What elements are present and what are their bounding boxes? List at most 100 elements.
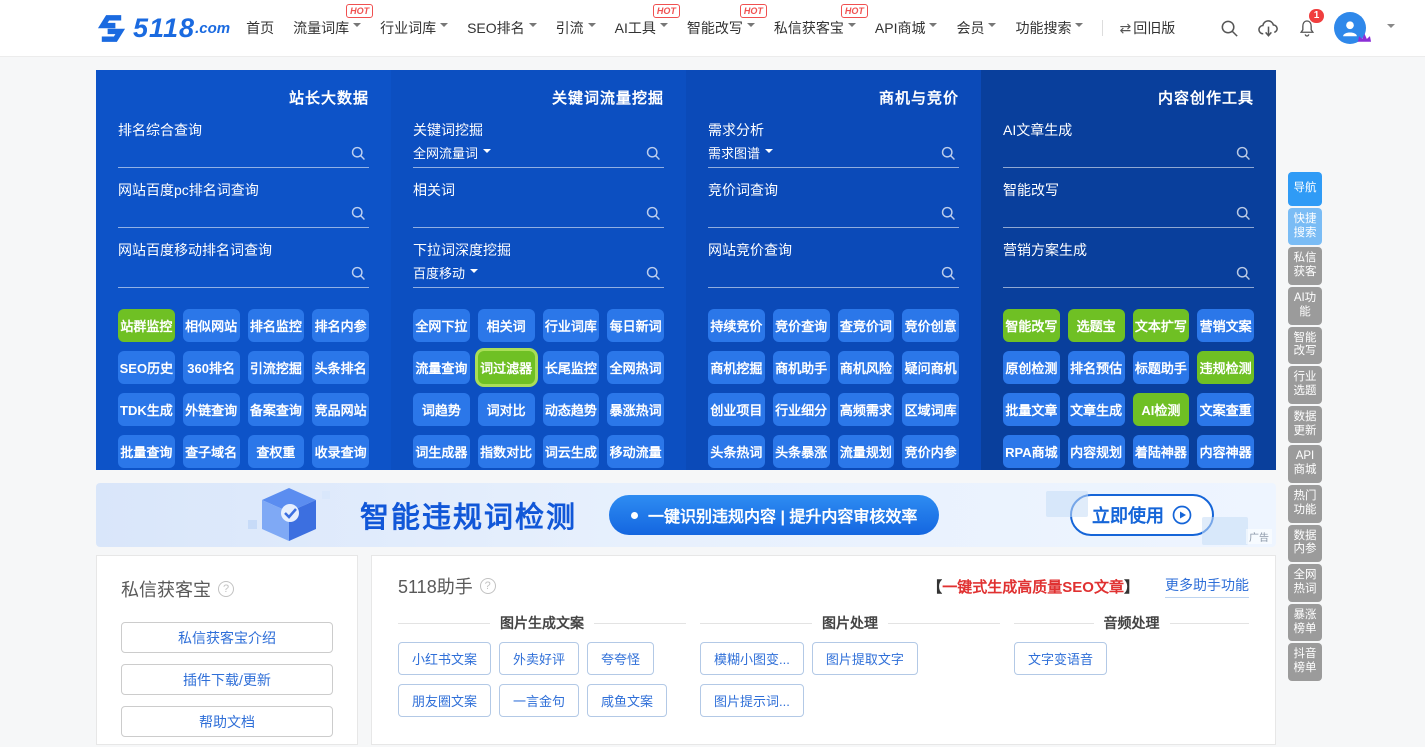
tool-button[interactable]: 竞品网站 <box>312 393 369 426</box>
dropdown-select[interactable]: 需求图谱 <box>708 143 773 162</box>
side-rail-tab[interactable]: 导航 <box>1288 172 1322 206</box>
side-rail-tab[interactable]: 快捷搜索 <box>1288 208 1322 246</box>
side-rail-tab[interactable]: 行业选题 <box>1288 366 1322 404</box>
tool-button[interactable]: 流量规划 <box>838 435 895 468</box>
nav-item-membership[interactable]: 会员 <box>956 18 996 38</box>
assistant-chip[interactable]: 朋友圈文案 <box>398 684 491 717</box>
search-input[interactable] <box>1003 200 1228 227</box>
tool-button[interactable]: 引流挖掘 <box>248 351 305 384</box>
tool-button[interactable]: 内容神器 <box>1197 435 1254 468</box>
search-input[interactable] <box>499 260 638 287</box>
dropdown-select[interactable]: 百度移动 <box>413 263 478 282</box>
tool-button[interactable]: 查竞价词 <box>838 309 895 342</box>
tool-button[interactable]: 持续竞价 <box>708 309 765 342</box>
search-input[interactable] <box>708 260 933 287</box>
tool-button[interactable]: 词趋势 <box>413 393 470 426</box>
cloud-download-icon[interactable] <box>1257 18 1280 39</box>
tool-button[interactable]: 营销文案 <box>1197 309 1254 342</box>
banner-cta-button[interactable]: 立即使用 <box>1070 494 1214 536</box>
search-icon[interactable] <box>1219 18 1240 39</box>
tool-button[interactable]: 批量查询 <box>118 435 175 468</box>
search-input[interactable] <box>499 140 638 167</box>
tool-button[interactable]: 区域词库 <box>902 393 959 426</box>
tool-button[interactable]: 内容规划 <box>1068 435 1125 468</box>
nav-item-feature-search[interactable]: 功能搜索 <box>1015 18 1083 38</box>
more-assistant-link[interactable]: 更多助手功能 <box>1165 575 1249 598</box>
tool-button[interactable]: 创业项目 <box>708 393 765 426</box>
tool-button[interactable]: 违规检测 <box>1197 351 1254 384</box>
tool-button[interactable]: 行业细分 <box>773 393 830 426</box>
search-input[interactable] <box>794 140 933 167</box>
tool-button[interactable]: 排名内参 <box>312 309 369 342</box>
tool-button[interactable]: 批量文章 <box>1003 393 1060 426</box>
assistant-chip[interactable]: 外卖好评 <box>499 642 579 675</box>
search-input[interactable] <box>708 200 933 227</box>
tool-button[interactable]: 相关词 <box>478 309 535 342</box>
promo-banner[interactable]: 智能违规词检测 一键识别违规内容 | 提升内容审核效率 立即使用 广告 <box>96 483 1276 547</box>
search-icon[interactable] <box>350 205 367 222</box>
tool-button[interactable]: 头条暴涨 <box>773 435 830 468</box>
avatar-menu-caret[interactable] <box>1387 24 1395 32</box>
tool-button[interactable]: 竞价查询 <box>773 309 830 342</box>
tool-button[interactable]: SEO历史 <box>118 351 175 384</box>
search-input[interactable] <box>413 200 638 227</box>
nav-item-old-version[interactable]: ⇄回旧版 <box>1119 18 1175 38</box>
tool-button[interactable]: 商机风险 <box>838 351 895 384</box>
side-rail-tab[interactable]: API商城 <box>1288 445 1322 483</box>
tool-button[interactable]: 流量查询 <box>413 351 470 384</box>
site-logo[interactable]: 5118 .com <box>95 12 230 45</box>
nav-item-seo-rank[interactable]: SEO排名 <box>467 18 537 38</box>
side-rail-tab[interactable]: 热门功能 <box>1288 485 1322 523</box>
tool-button[interactable]: 头条排名 <box>312 351 369 384</box>
assistant-chip[interactable]: 夸夸怪 <box>587 642 654 675</box>
tool-button[interactable]: 词对比 <box>478 393 535 426</box>
side-rail-tab[interactable]: AI功能 <box>1288 287 1322 325</box>
tool-button[interactable]: 文章生成 <box>1068 393 1125 426</box>
nav-item-traffic[interactable]: 引流 <box>556 18 596 38</box>
search-input[interactable] <box>118 260 343 287</box>
tool-button[interactable]: 选题宝 <box>1068 309 1125 342</box>
promo-button[interactable]: 帮助文档 <box>121 706 333 737</box>
tool-button[interactable]: 站群监控 <box>118 309 175 342</box>
search-icon[interactable] <box>1235 145 1252 162</box>
tool-button[interactable]: 词过滤器 <box>478 351 535 384</box>
search-icon[interactable] <box>940 145 957 162</box>
tool-button[interactable]: 高频需求 <box>838 393 895 426</box>
side-rail-tab[interactable]: 数据更新 <box>1288 406 1322 444</box>
tool-button[interactable]: 查权重 <box>248 435 305 468</box>
tool-button[interactable]: 长尾监控 <box>543 351 600 384</box>
tool-button[interactable]: 标题助手 <box>1133 351 1190 384</box>
tool-button[interactable]: 移动流量 <box>607 435 664 468</box>
tool-button[interactable]: 全网下拉 <box>413 309 470 342</box>
assistant-chip[interactable]: 咸鱼文案 <box>587 684 667 717</box>
tool-button[interactable]: 每日新词 <box>607 309 664 342</box>
tool-button[interactable]: 文本扩写 <box>1133 309 1190 342</box>
search-input[interactable] <box>118 200 343 227</box>
help-icon[interactable]: ? <box>218 581 234 597</box>
search-icon[interactable] <box>645 145 662 162</box>
user-avatar[interactable] <box>1334 12 1366 44</box>
nav-item-smart-rewrite[interactable]: 智能改写HOT <box>687 18 755 38</box>
tool-button[interactable]: 词云生成 <box>543 435 600 468</box>
promo-button[interactable]: 私信获客宝介绍 <box>121 622 333 653</box>
search-icon[interactable] <box>350 145 367 162</box>
tool-button[interactable]: 外链查询 <box>183 393 240 426</box>
tool-button[interactable]: 竞价内参 <box>902 435 959 468</box>
assistant-chip[interactable]: 模糊小图变... <box>700 642 804 675</box>
tool-button[interactable]: 动态趋势 <box>543 393 600 426</box>
nav-item-dm-leads[interactable]: 私信获客宝HOT <box>774 18 856 38</box>
tool-button[interactable]: 商机助手 <box>773 351 830 384</box>
tool-button[interactable]: RPA商城 <box>1003 435 1060 468</box>
tool-button[interactable]: 相似网站 <box>183 309 240 342</box>
tool-button[interactable]: 备案查询 <box>248 393 305 426</box>
tool-button[interactable]: 指数对比 <box>478 435 535 468</box>
tool-button[interactable]: 头条热词 <box>708 435 765 468</box>
search-icon[interactable] <box>1235 205 1252 222</box>
tool-button[interactable]: 商机挖掘 <box>708 351 765 384</box>
tool-button[interactable]: 疑问商机 <box>902 351 959 384</box>
tool-button[interactable]: 360排名 <box>183 351 240 384</box>
tool-button[interactable]: 排名预估 <box>1068 351 1125 384</box>
tool-button[interactable]: 竞价创意 <box>902 309 959 342</box>
assistant-chip[interactable]: 图片提取文字 <box>812 642 918 675</box>
side-rail-tab[interactable]: 抖音榜单 <box>1288 643 1322 681</box>
